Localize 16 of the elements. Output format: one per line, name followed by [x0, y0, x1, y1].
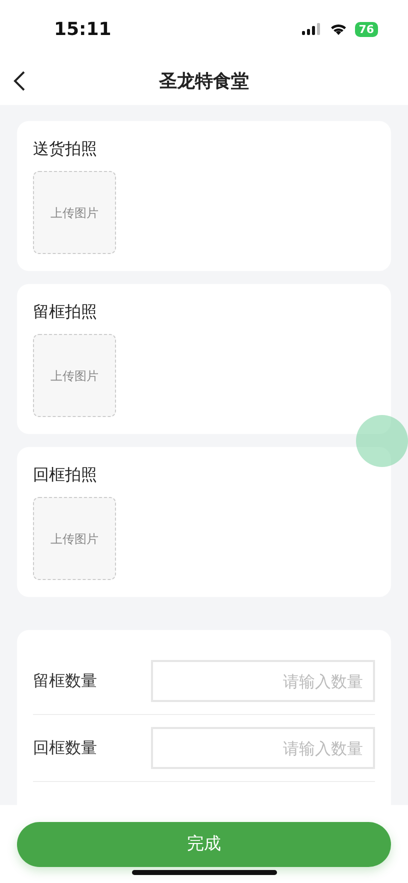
- input-field[interactable]: 请输入数量: [151, 727, 375, 769]
- field-label: 回框数量: [33, 737, 98, 759]
- input-field[interactable]: 请输入数量: [151, 660, 375, 702]
- section-title: 留框拍照: [33, 301, 98, 323]
- clock-text: 15:11: [54, 18, 112, 42]
- page-title: 圣龙特食堂: [159, 70, 249, 94]
- upload-button[interactable]: 上传图片: [33, 334, 116, 417]
- field-label: 留框数量: [33, 670, 98, 692]
- done-button[interactable]: 完成: [17, 822, 391, 867]
- signal-icon: [302, 23, 322, 35]
- battery-indicator: 76: [354, 22, 378, 36]
- section-title: 回框拍照: [33, 464, 98, 486]
- section-title: 送货拍照: [33, 138, 98, 160]
- upload-button[interactable]: 上传图片: [33, 171, 116, 254]
- upload-button[interactable]: 上传图片: [33, 497, 116, 580]
- wifi-icon: [330, 23, 347, 35]
